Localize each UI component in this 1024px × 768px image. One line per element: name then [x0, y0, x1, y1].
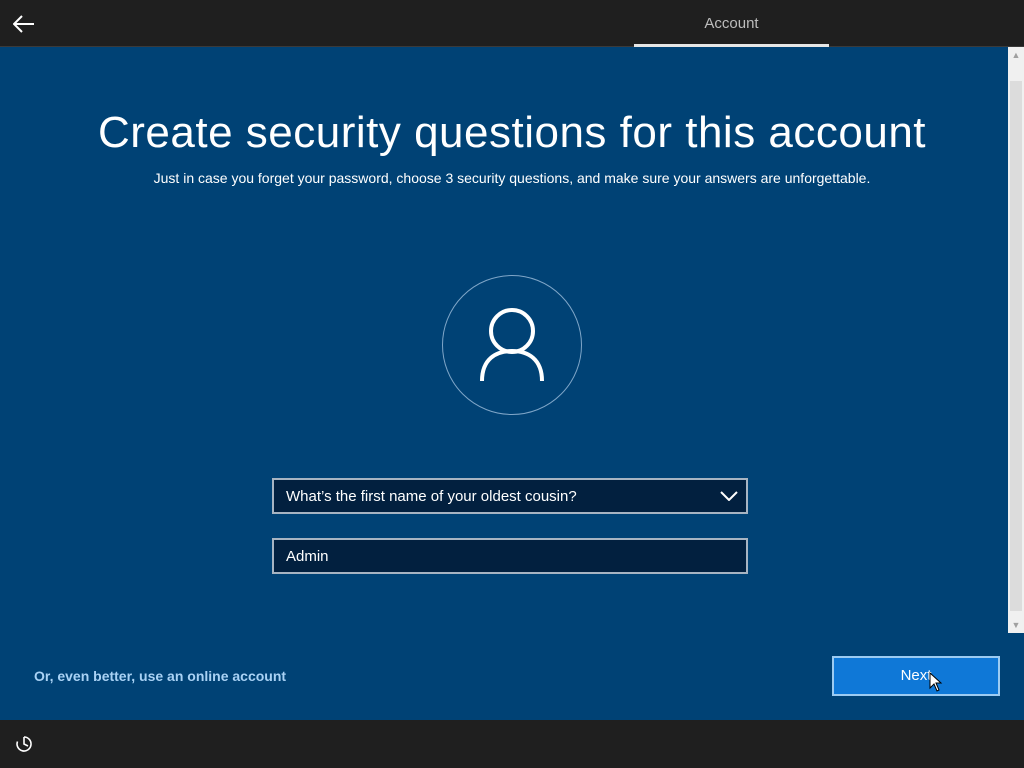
next-button[interactable]: Next: [832, 656, 1000, 696]
online-account-link[interactable]: Or, even better, use an online account: [34, 668, 286, 684]
user-icon: [480, 308, 544, 382]
ease-of-access-button[interactable]: [14, 734, 34, 754]
scroll-down-icon[interactable]: ▼: [1008, 617, 1024, 633]
security-answer-input[interactable]: Admin: [272, 538, 748, 574]
page-title: Create security questions for this accou…: [97, 108, 927, 157]
avatar: [442, 275, 582, 415]
chevron-down-icon[interactable]: [712, 479, 746, 513]
security-question-value: What’s the first name of your oldest cou…: [286, 487, 577, 505]
mouse-cursor-icon: [929, 672, 943, 692]
tab-account: Account: [704, 15, 759, 32]
scroll-up-icon[interactable]: ▲: [1008, 47, 1024, 63]
back-arrow-icon: [13, 15, 34, 33]
page-subtitle: Just in case you forget your password, c…: [153, 170, 871, 186]
ease-of-access-icon: [16, 736, 32, 752]
bottom-bar: [0, 720, 1024, 768]
top-bar: Account: [0, 0, 1024, 47]
back-button[interactable]: [10, 10, 38, 38]
scroll-gap: [1008, 633, 1024, 720]
scroll-thumb[interactable]: [1010, 81, 1022, 611]
security-answer-value: Admin: [286, 547, 329, 565]
security-question-select[interactable]: What’s the first name of your oldest cou…: [272, 478, 748, 514]
